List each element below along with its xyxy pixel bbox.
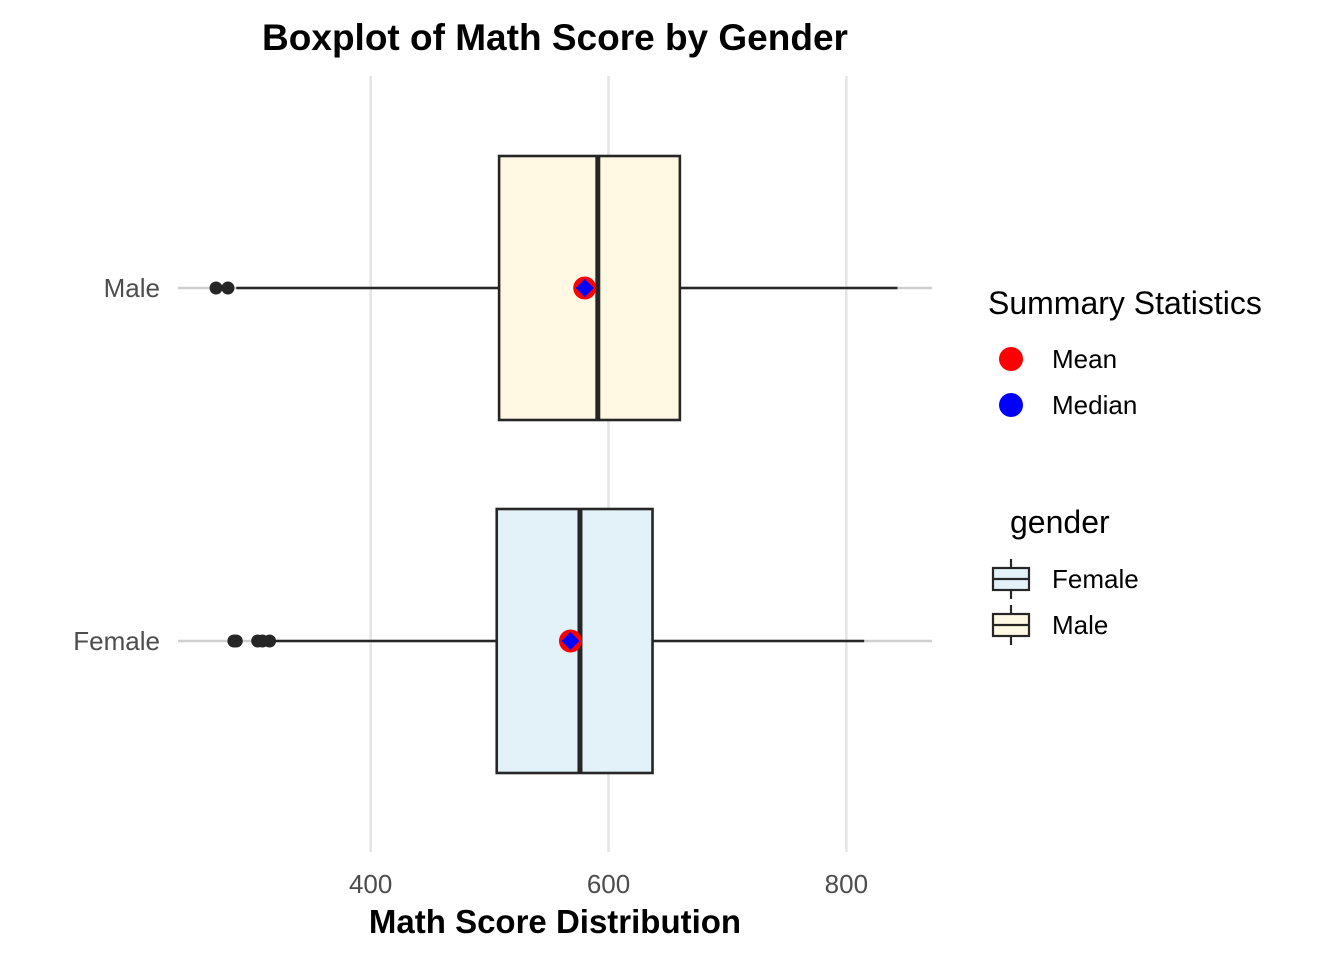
x-tick-label: 800 xyxy=(825,869,868,899)
outlier-point xyxy=(263,634,277,648)
y-tick-label: Male xyxy=(104,273,160,303)
chart-title: Boxplot of Math Score by Gender xyxy=(262,17,848,58)
legend-label: Median xyxy=(1052,390,1137,420)
outlier-point xyxy=(209,281,223,295)
y-tick-label: Female xyxy=(73,626,160,656)
chart-background xyxy=(0,0,1344,960)
legend-label: Mean xyxy=(1052,344,1117,374)
x-tick-label: 600 xyxy=(587,869,630,899)
x-axis-title: Math Score Distribution xyxy=(369,903,741,940)
legend-title: gender xyxy=(1010,504,1110,540)
outlier-point xyxy=(221,281,235,295)
outlier-point xyxy=(229,634,243,648)
legend-key-median xyxy=(999,393,1023,417)
legend-key-mean xyxy=(999,347,1023,371)
x-tick-label: 400 xyxy=(349,869,392,899)
legend-title: Summary Statistics xyxy=(988,285,1262,321)
legend-label: Male xyxy=(1052,610,1108,640)
boxplot-chart: 400 600 800 Male Female Boxplot of Math Scor… xyxy=(0,0,1344,960)
legend-label: Female xyxy=(1052,564,1139,594)
